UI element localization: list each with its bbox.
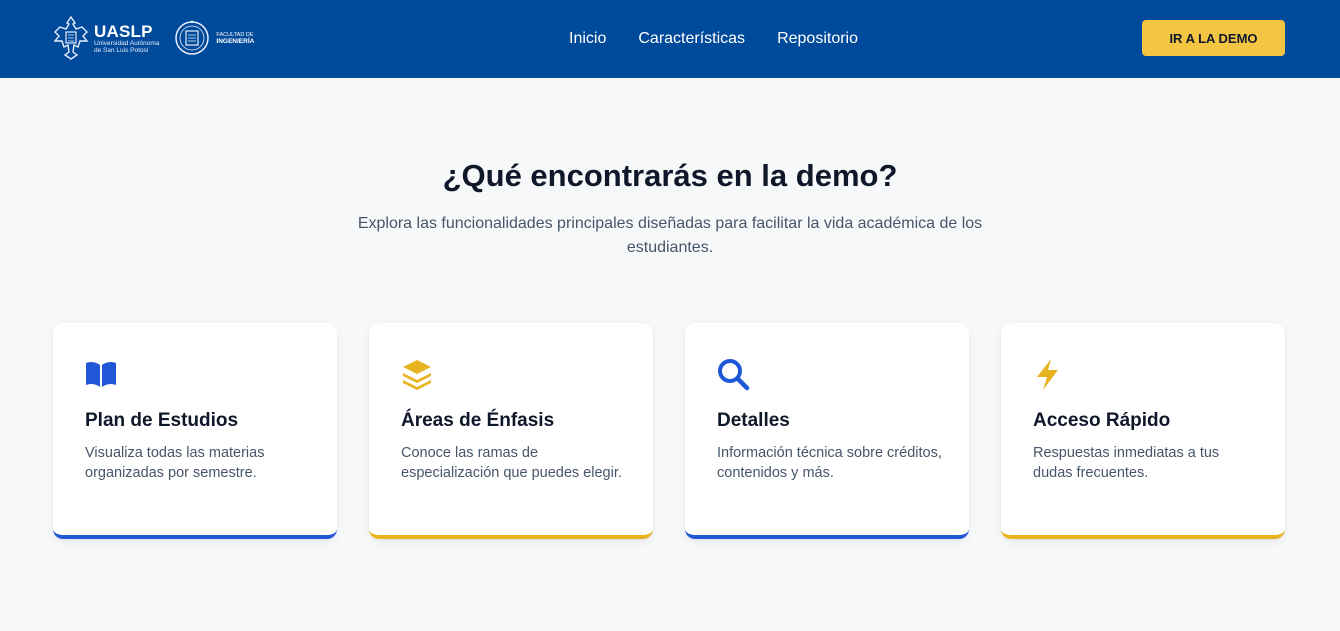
card-title: Plan de Estudios: [85, 410, 239, 431]
card-description: Visualiza todas las materias organizadas…: [85, 445, 265, 481]
feature-card-acceso-rapido: Acceso Rápido Respuestas inmediatas a tu…: [1001, 323, 1285, 539]
card-title: Áreas de Énfasis: [401, 410, 555, 431]
card-description: Información técnica sobre créditos, cont…: [717, 445, 942, 481]
nav-link-caracteristicas[interactable]: Características: [638, 30, 745, 48]
faculty-seal-icon: [175, 20, 210, 55]
feature-card-areas-de-enfasis: Áreas de Énfasis Conoce las ramas de esp…: [369, 323, 653, 539]
feature-card-detalles: Detalles Información técnica sobre crédi…: [685, 323, 969, 539]
faculty-logo[interactable]: FACULTAD DE INGENIERÍA: [174, 16, 254, 60]
layers-icon: [403, 360, 431, 390]
faculty-label-big: INGENIERÍA: [216, 37, 255, 45]
uaslp-sub-line2: de San Luis Potosí: [94, 46, 149, 54]
top-navbar: UASLP Universidad Autónoma de San Luis P…: [0, 0, 1340, 78]
card-title: Acceso Rápido: [1033, 410, 1171, 431]
section-title: ¿Qué encontrarás en la demo?: [442, 158, 898, 193]
go-to-demo-button[interactable]: IR A LA DEMO: [1142, 20, 1285, 56]
uaslp-sub-line1: Universidad Autónoma: [94, 39, 160, 47]
uaslp-eagle-icon: [53, 15, 89, 60]
logos: UASLP Universidad Autónoma de San Luis P…: [52, 14, 254, 62]
feature-card-plan-de-estudios: Plan de Estudios Visualiza todas las mat…: [53, 323, 337, 539]
uaslp-logo[interactable]: UASLP Universidad Autónoma de San Luis P…: [52, 14, 159, 62]
nav-link-repositorio[interactable]: Repositorio: [777, 30, 858, 48]
card-title: Detalles: [717, 410, 790, 431]
uaslp-name: UASLP: [94, 21, 153, 41]
book-icon: [86, 361, 116, 387]
lightning-icon: [1037, 359, 1058, 390]
nav-link-inicio[interactable]: Inicio: [569, 30, 606, 48]
card-description: Respuestas inmediatas a tus dudas frecue…: [1033, 445, 1220, 481]
section-subtitle: Explora las funcionalidades principales …: [357, 215, 983, 256]
search-icon: [718, 359, 750, 391]
card-description: Conoce las ramas de especialización que …: [401, 445, 622, 481]
main-nav: Inicio Características Repositorio: [569, 0, 858, 78]
